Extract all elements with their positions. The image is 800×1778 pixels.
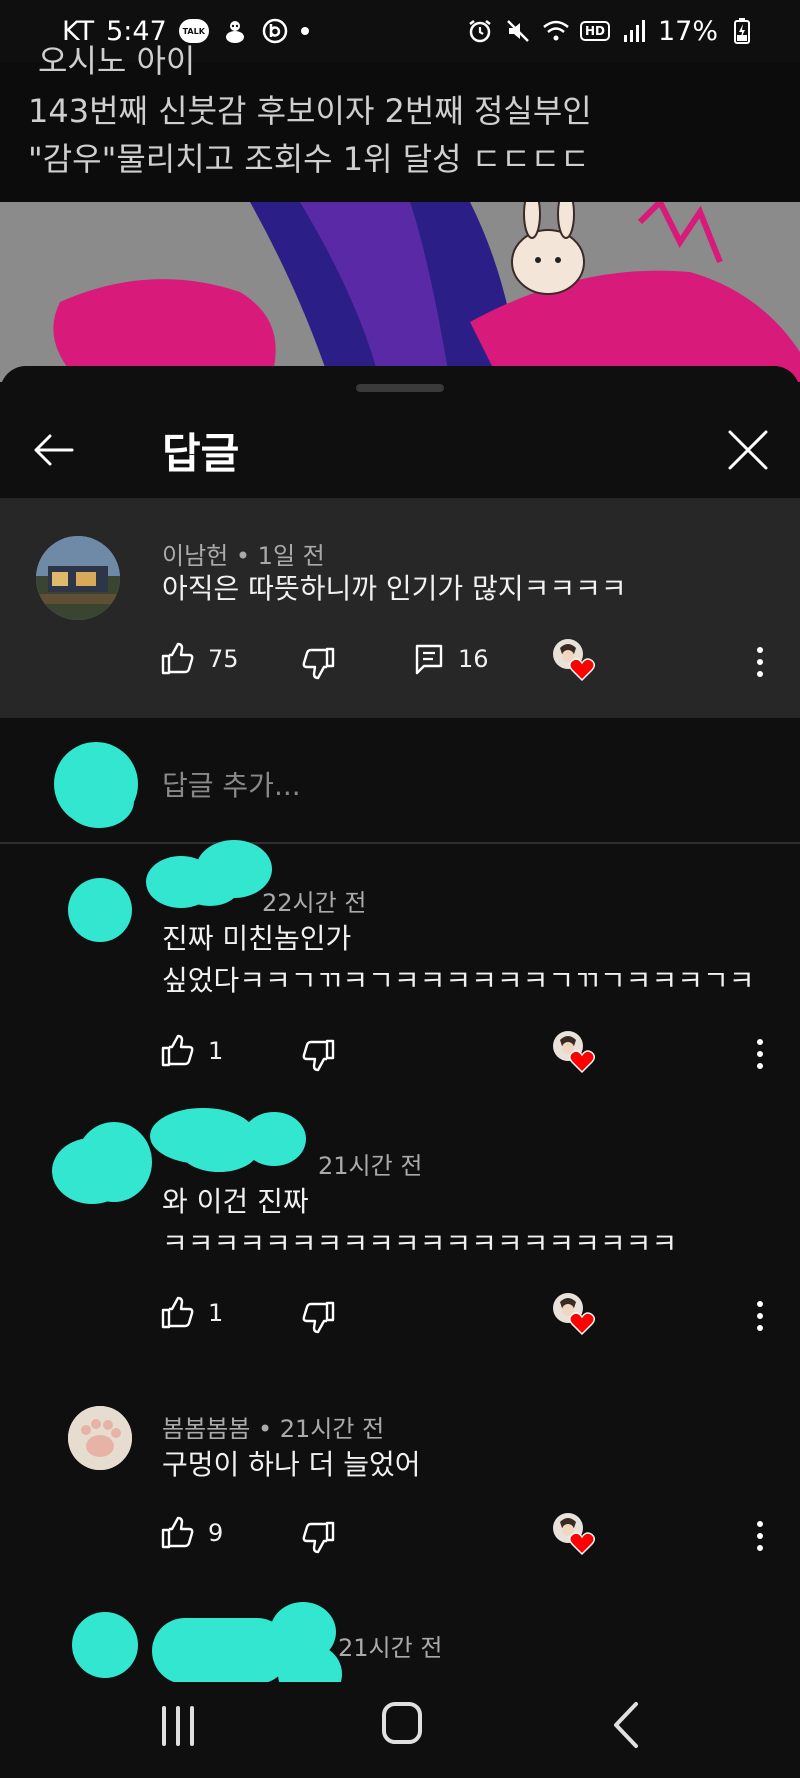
more-vert-icon (757, 647, 763, 677)
thumb-down-icon (302, 647, 335, 680)
notification-dot (300, 27, 309, 35)
more-vert-icon (757, 1521, 763, 1551)
like-count: 1 (208, 1037, 224, 1065)
arrow-left-icon (34, 434, 74, 466)
video-title-line-1: 143번째 신붓감 후보이자 2번째 정실부인 (28, 92, 592, 130)
reply-actions: 1 (160, 1031, 780, 1076)
creator-heart-icon[interactable] (552, 1030, 596, 1074)
like-count: 75 (208, 645, 239, 673)
reply-count: 16 (458, 645, 489, 673)
comment-text: 구멍이 하나 더 늘었어 (162, 1448, 421, 1481)
battery-percent: 17% (657, 15, 718, 47)
thumb-down-icon (302, 1301, 335, 1334)
comment-icon (415, 644, 443, 675)
dislike-button[interactable] (302, 1300, 336, 1338)
thumb-down-icon (302, 1521, 335, 1554)
comment-time: 21시간 전 (338, 1634, 443, 1662)
back-button[interactable] (30, 426, 78, 474)
nav-back-button[interactable] (610, 1700, 642, 1750)
video-channel-title: 오시노 아이 (38, 42, 196, 80)
comment-text-line-1: 와 이건 진짜 (162, 1185, 309, 1218)
parent-meta: 이남헌 • 1일 전 (162, 542, 325, 570)
avatar[interactable] (68, 1406, 132, 1470)
add-reply-row[interactable]: 답글 추가... (0, 718, 800, 844)
comment-meta: 봄봄봄봄 • 21시간 전 (162, 1415, 385, 1443)
thumb-up-icon (161, 1516, 194, 1549)
dislike-button[interactable] (302, 1520, 336, 1558)
hd-voice-icon: HD (579, 21, 610, 41)
mascot-icon (221, 17, 249, 45)
more-options-button[interactable] (750, 1518, 770, 1554)
battery-charging-icon (728, 17, 756, 45)
like-count: 1 (208, 1299, 224, 1327)
signal-icon (620, 17, 648, 45)
parent-comment: 이남헌 • 1일 전 아직은 따뜻하니까 인기가 많지ㅋㅋㅋㅋ 75 16 (0, 498, 800, 718)
avatar[interactable] (72, 1612, 138, 1678)
video-title-area[interactable]: 오시노 아이 143번째 신붓감 후보이자 2번째 정실부인 "감우"물리치고 … (0, 42, 800, 202)
wifi-icon (542, 17, 570, 45)
thumbnail-illustration (0, 202, 800, 382)
band-app-icon (261, 17, 289, 45)
thumb-down-icon (302, 1039, 335, 1072)
like-button[interactable]: 75 (160, 642, 239, 676)
avatar[interactable] (68, 878, 132, 942)
sheet-header: 답글 (0, 402, 800, 498)
more-options-button[interactable] (750, 644, 770, 680)
redaction-mark (64, 774, 134, 828)
redaction-mark (180, 866, 240, 906)
more-options-button[interactable] (750, 1036, 770, 1072)
comment-text: 아직은 따뜻하니까 인기가 많지ㅋㅋㅋㅋ (162, 572, 627, 605)
thumb-up-icon (161, 1034, 194, 1067)
comment-time: 21시간 전 (318, 1152, 423, 1180)
parent-actions: 75 16 (160, 639, 780, 684)
comment-text-line-1: 진짜 미친놈인가 (162, 922, 352, 955)
video-title-line-2: "감우"물리치고 조회수 1위 달성 ㄷㄷㄷㄷ (28, 140, 590, 178)
home-button[interactable] (382, 1702, 422, 1744)
dislike-button[interactable] (302, 646, 336, 684)
like-button[interactable]: 9 (160, 1516, 223, 1550)
comment-author[interactable]: 봄봄봄봄 (162, 1415, 250, 1443)
creator-heart-icon[interactable] (552, 638, 596, 682)
thumb-up-icon (161, 1296, 194, 1329)
drag-handle[interactable] (356, 384, 444, 392)
thumb-up-icon (161, 642, 194, 675)
avatar[interactable] (36, 536, 120, 620)
comment-text-line-2: ㅋㅋㅋㅋㅋㅋㅋㅋㅋㅋㅋㅋㅋㅋㅋㅋㅋㅋㅋㅋ (162, 1227, 678, 1260)
reply-actions: 9 (160, 1513, 780, 1558)
creator-heart-icon[interactable] (552, 1292, 596, 1336)
system-nav-bar (0, 1682, 800, 1778)
more-vert-icon (757, 1039, 763, 1069)
like-count: 9 (208, 1519, 224, 1547)
reply-count-button[interactable]: 16 (414, 642, 489, 676)
recent-apps-icon (162, 1706, 194, 1746)
like-button[interactable]: 1 (160, 1034, 223, 1068)
talk-badge-label: TALK (182, 26, 205, 36)
more-options-button[interactable] (750, 1298, 770, 1334)
creator-heart-icon[interactable] (552, 1512, 596, 1556)
close-button[interactable] (722, 424, 774, 476)
video-thumbnail[interactable] (0, 202, 800, 382)
reply-actions: 1 (160, 1293, 780, 1338)
comment-text-line-2: 싶었다ㅋㅋㄱㄲㅋㄱㅋㅋㅋㅋㅋㅋㄱㄲㄱㅋㅋㅋㄱㅋ (162, 964, 755, 997)
avatar-paw-photo (68, 1406, 132, 1470)
more-vert-icon (757, 1301, 763, 1331)
comment-time: 22시간 전 (262, 889, 367, 917)
comment-author[interactable]: 이남헌 (162, 542, 228, 570)
redaction-mark (76, 1122, 152, 1202)
dislike-button[interactable] (302, 1038, 336, 1076)
sheet-title: 답글 (162, 429, 240, 478)
avatar-house-photo (36, 536, 120, 620)
comment-time: 21시간 전 (279, 1415, 385, 1443)
alarm-icon (466, 17, 494, 45)
add-reply-input[interactable]: 답글 추가... (162, 764, 301, 804)
recent-apps-button[interactable] (160, 1706, 196, 1746)
close-icon (728, 430, 768, 470)
like-button[interactable]: 1 (160, 1296, 223, 1330)
mute-icon (504, 17, 532, 45)
redaction-mark (242, 1112, 306, 1166)
replies-sheet: 답글 이남헌 • 1일 전 아직은 따뜻하니까 인기가 많지ㅋㅋㅋㅋ 75 16… (0, 366, 800, 1778)
comment-time: 1일 전 (257, 542, 325, 570)
chevron-left-icon (614, 1702, 638, 1748)
